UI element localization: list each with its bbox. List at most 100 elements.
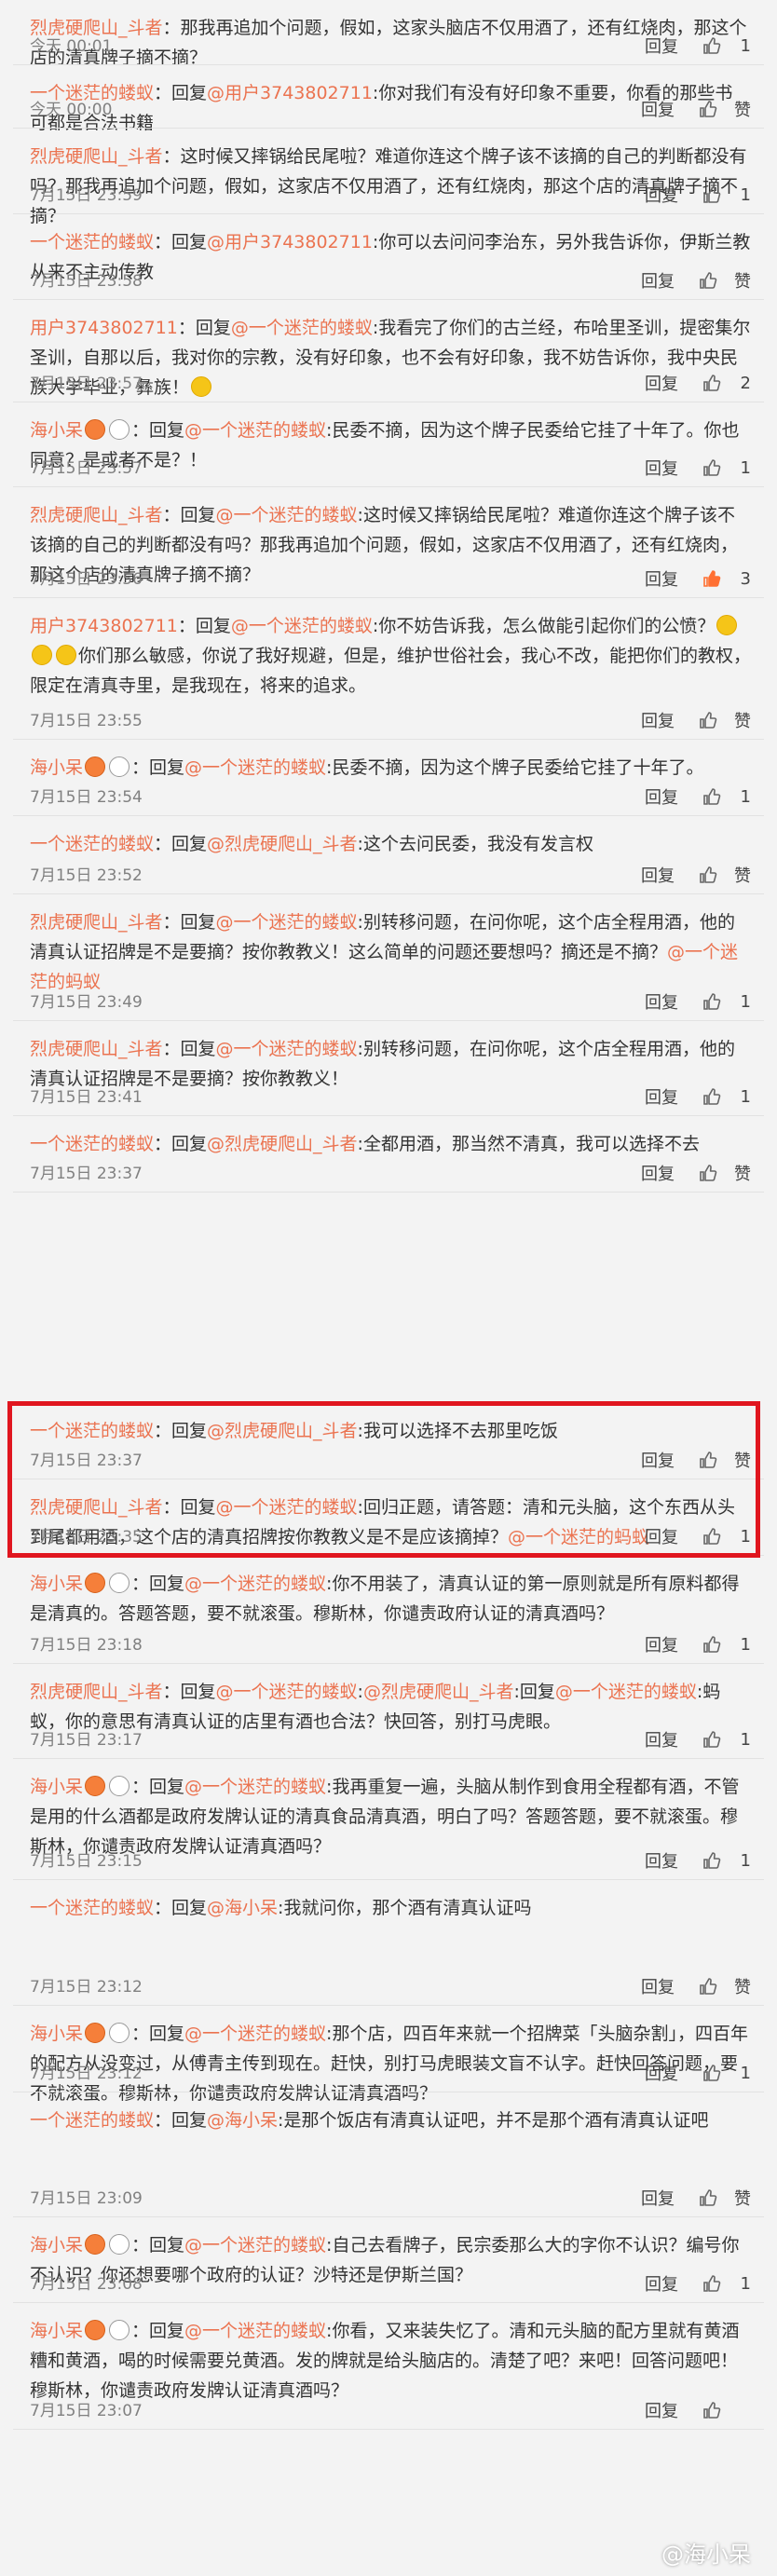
reply-button[interactable]: 回复 bbox=[645, 2271, 678, 2296]
like-button[interactable]: 1 bbox=[702, 1527, 751, 1547]
like-button[interactable]: 1 bbox=[702, 1851, 751, 1871]
commenter-name[interactable]: 海小呆 bbox=[30, 2024, 83, 2044]
like-button[interactable]: 1 bbox=[702, 992, 751, 1012]
reply-button[interactable]: 回复 bbox=[645, 371, 678, 395]
like-button[interactable]: 1 bbox=[702, 458, 751, 478]
commenter-name[interactable]: 一个迷茫的蝼蚁 bbox=[30, 232, 154, 252]
mention-link[interactable]: @一个迷茫的蝼蚁 bbox=[184, 2321, 326, 2341]
mention-link[interactable]: @一个迷茫的蝼蚁 bbox=[184, 1777, 326, 1797]
commenter-name[interactable]: 一个迷茫的蝼蚁 bbox=[30, 834, 154, 854]
like-button[interactable]: 赞 bbox=[699, 863, 751, 887]
reply-button[interactable]: 回复 bbox=[645, 1727, 678, 1751]
like-button[interactable]: 1 bbox=[702, 36, 751, 56]
comment-text: 一个迷茫的蝼蚁：回复@烈虎硬爬山_斗者:全都用酒，那当然不清真，我可以选择不去 bbox=[30, 1116, 751, 1159]
commenter-name[interactable]: 烈虎硬爬山_斗者 bbox=[30, 1039, 163, 1059]
mention-link[interactable]: @烈虎硬爬山_斗者 bbox=[363, 1682, 514, 1702]
reply-button[interactable]: 回复 bbox=[645, 1848, 678, 1873]
comment-body: :回复 bbox=[513, 1682, 555, 1702]
commenter-name[interactable]: 烈虎硬爬山_斗者 bbox=[30, 1497, 163, 1518]
reply-button[interactable]: 回复 bbox=[645, 784, 678, 809]
comment-divider bbox=[13, 2216, 764, 2217]
reply-button[interactable]: 回复 bbox=[641, 2186, 675, 2210]
mention-link[interactable]: @一个迷茫的蝼蚁 bbox=[184, 1574, 326, 1594]
commenter-name[interactable]: 烈虎硬爬山_斗者 bbox=[30, 505, 163, 525]
like-button[interactable]: 1 bbox=[702, 787, 751, 807]
reply-button[interactable]: 回复 bbox=[645, 1084, 678, 1109]
commenter-name[interactable]: 一个迷茫的蝼蚁 bbox=[30, 2110, 154, 2131]
commenter-name[interactable]: 海小呆 bbox=[30, 1777, 83, 1797]
mention-link[interactable]: @烈虎硬爬山_斗者 bbox=[207, 1421, 358, 1441]
commenter-name[interactable]: 烈虎硬爬山_斗者 bbox=[30, 912, 163, 933]
commenter-name[interactable]: 一个迷茫的蝼蚁 bbox=[30, 1421, 154, 1441]
commenter-name[interactable]: 用户3743802711 bbox=[30, 318, 178, 338]
like-button[interactable]: 赞 bbox=[699, 708, 751, 732]
mention-link[interactable]: @海小呆 bbox=[207, 2110, 278, 2131]
mention-link[interactable]: @一个迷茫的蝼蚁 bbox=[216, 912, 358, 933]
thumbs-up-icon bbox=[699, 2188, 717, 2207]
like-button[interactable]: 1 bbox=[702, 185, 751, 205]
commenter-name[interactable]: 海小呆 bbox=[30, 757, 83, 778]
reply-button[interactable]: 回复 bbox=[645, 2398, 678, 2422]
like-button[interactable]: 1 bbox=[702, 1730, 751, 1750]
mention-link[interactable]: @一个迷茫的蝼蚁 bbox=[184, 2235, 326, 2256]
reply-button[interactable]: 回复 bbox=[641, 708, 675, 732]
comment-actions: 回复 赞 bbox=[641, 97, 751, 121]
mention-link[interactable]: @用户3743802711 bbox=[207, 232, 373, 252]
mention-link[interactable]: @烈虎硬爬山_斗者 bbox=[207, 834, 358, 854]
reply-button[interactable]: 回复 bbox=[641, 1448, 675, 1472]
reply-button[interactable]: 回复 bbox=[645, 989, 678, 1014]
comment-timestamp: 7月15日 23:52 bbox=[30, 866, 143, 885]
reply-button[interactable]: 回复 bbox=[641, 863, 675, 887]
reply-button[interactable]: 回复 bbox=[645, 456, 678, 480]
commenter-name[interactable]: 海小呆 bbox=[30, 2235, 83, 2256]
commenter-name[interactable]: 一个迷茫的蝼蚁 bbox=[30, 1134, 154, 1154]
mention-link[interactable]: @一个迷茫的蝼蚁 bbox=[216, 505, 358, 525]
commenter-name[interactable]: 烈虎硬爬山_斗者 bbox=[30, 1682, 163, 1702]
mention-link[interactable]: @一个迷茫的蚂蚁 bbox=[508, 1527, 649, 1547]
mention-link[interactable]: @一个迷茫的蝼蚁 bbox=[216, 1039, 358, 1059]
comment-body: ：回复 bbox=[131, 2321, 185, 2341]
mention-link[interactable]: @用户3743802711 bbox=[207, 83, 373, 103]
like-button[interactable]: 1 bbox=[702, 1087, 751, 1107]
commenter-name[interactable]: 用户3743802711 bbox=[30, 616, 178, 636]
like-button[interactable]: 赞 bbox=[699, 1161, 751, 1185]
mention-link[interactable]: @一个迷茫的蝼蚁 bbox=[184, 2024, 326, 2044]
commenter-name[interactable]: 海小呆 bbox=[30, 420, 83, 441]
mention-link[interactable]: @一个迷茫的蝼蚁 bbox=[231, 318, 373, 338]
like-button[interactable]: 赞 bbox=[699, 97, 751, 121]
mention-link[interactable]: @一个迷茫的蝼蚁 bbox=[216, 1682, 358, 1702]
mention-link[interactable]: @一个迷茫的蝼蚁 bbox=[555, 1682, 697, 1702]
mention-link[interactable]: @一个迷茫的蝼蚁 bbox=[184, 757, 326, 778]
reply-button[interactable]: 回复 bbox=[641, 268, 675, 293]
commenter-name[interactable]: 海小呆 bbox=[30, 1574, 83, 1594]
like-button[interactable]: 赞 bbox=[699, 1448, 751, 1472]
mention-link[interactable]: @海小呆 bbox=[207, 1898, 278, 1918]
reply-button[interactable]: 回复 bbox=[645, 2061, 678, 2085]
like-button[interactable]: 赞 bbox=[699, 1974, 751, 1998]
reply-button[interactable]: 回复 bbox=[641, 1974, 675, 1998]
thumbs-up-icon bbox=[699, 711, 717, 729]
mention-link[interactable]: @一个迷茫的蝼蚁 bbox=[231, 616, 373, 636]
reply-button[interactable]: 回复 bbox=[645, 183, 678, 207]
reply-button[interactable]: 回复 bbox=[645, 1632, 678, 1656]
mention-link[interactable]: @一个迷茫的蝼蚁 bbox=[216, 1497, 358, 1518]
commenter-name[interactable]: 海小呆 bbox=[30, 2321, 83, 2341]
mention-link[interactable]: @烈虎硬爬山_斗者 bbox=[207, 1134, 358, 1154]
like-button[interactable]: 3 bbox=[702, 569, 751, 589]
reply-button[interactable]: 回复 bbox=[641, 1161, 675, 1185]
reply-button[interactable]: 回复 bbox=[645, 34, 678, 58]
like-button[interactable] bbox=[702, 2401, 751, 2419]
commenter-name[interactable]: 烈虎硬爬山_斗者 bbox=[30, 146, 163, 167]
reply-button[interactable]: 回复 bbox=[645, 1524, 678, 1548]
reply-button[interactable]: 回复 bbox=[641, 97, 675, 121]
commenter-name[interactable]: 一个迷茫的蝼蚁 bbox=[30, 1898, 154, 1918]
comment-item: 海小呆 ：回复@一个迷茫的蝼蚁:我再重复一遍，头脑从制作到食用全程都有酒，不管是用… bbox=[0, 1759, 777, 1880]
like-button[interactable]: 赞 bbox=[699, 268, 751, 293]
like-button[interactable]: 1 bbox=[702, 2274, 751, 2294]
like-button[interactable]: 赞 bbox=[699, 2186, 751, 2210]
mention-link[interactable]: @一个迷茫的蝼蚁 bbox=[184, 420, 326, 441]
like-button[interactable]: 2 bbox=[702, 374, 751, 393]
like-button[interactable]: 1 bbox=[702, 2064, 751, 2083]
reply-button[interactable]: 回复 bbox=[645, 566, 678, 591]
like-button[interactable]: 1 bbox=[702, 1635, 751, 1655]
